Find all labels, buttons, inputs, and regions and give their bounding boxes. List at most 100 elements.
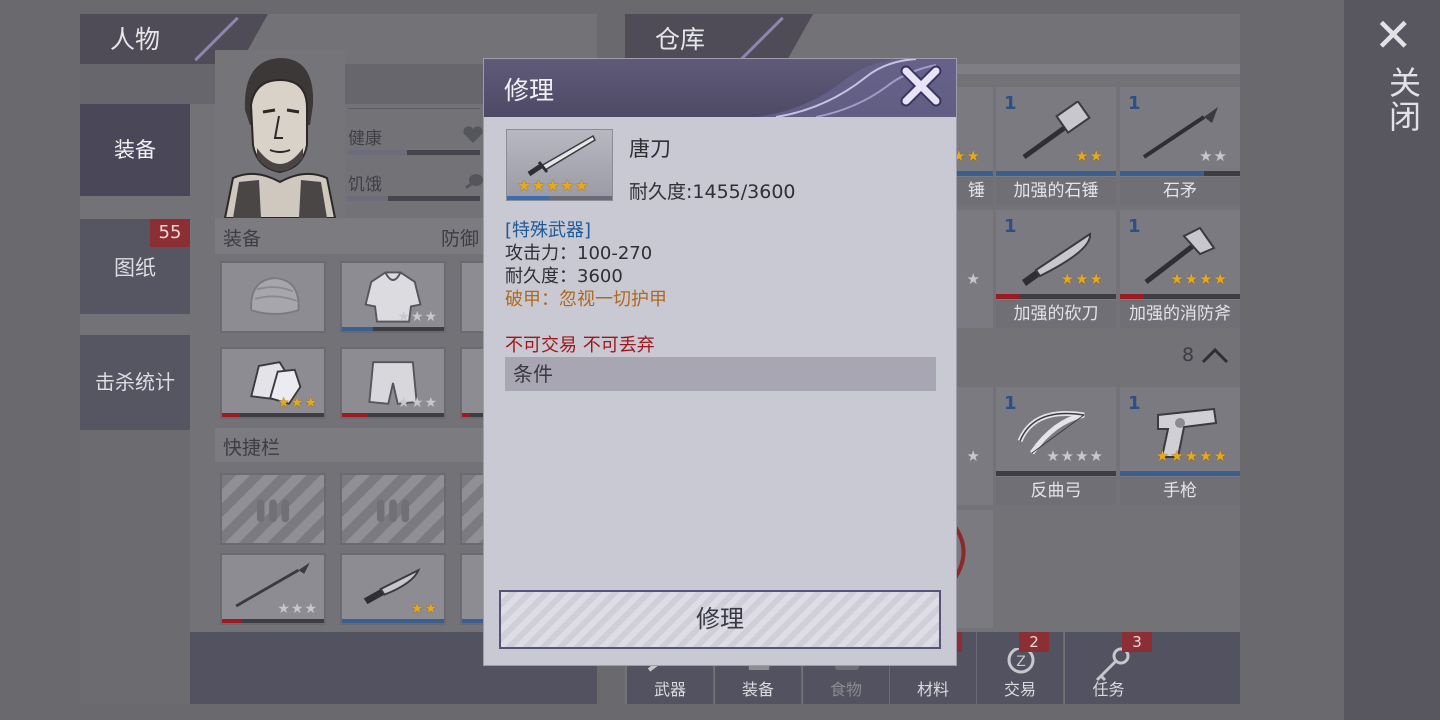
tab-quests[interactable]: 3 任务 (1065, 632, 1240, 704)
item-name: 加强的砍刀 (996, 300, 1116, 328)
durability-fill (222, 413, 241, 417)
hunger-bar (348, 196, 480, 201)
durability-bar (462, 413, 483, 417)
durability-fill (507, 196, 550, 200)
quests-count-badge: 3 (1122, 632, 1152, 652)
tab-kill-stats[interactable]: 击杀统计 (80, 335, 190, 430)
tab-equipment[interactable]: 装备 (80, 104, 190, 196)
star-rating: ★★★ (277, 395, 318, 411)
durability-bar (996, 294, 1116, 299)
durability-bar (1120, 294, 1240, 299)
durability-bar (342, 619, 444, 623)
dialog-header: 修理 (484, 59, 956, 117)
durability-bar (222, 619, 324, 623)
star-rating: ★★★★★ (517, 176, 589, 195)
tab-equipment-storage-label: 装备 (741, 680, 774, 699)
item-restriction: 不可交易 不可丢弃 (505, 335, 655, 356)
star-rating: ★★★ (397, 309, 438, 325)
tab-trade-label: 交易 (1003, 680, 1036, 699)
durability-fill (1120, 294, 1144, 299)
equipment-slot-partial[interactable] (460, 347, 485, 419)
star-rating: ★ (966, 270, 981, 288)
durability-bar (1120, 171, 1240, 176)
item-name: 加强的消防斧 (1120, 300, 1240, 328)
chevron-up-icon[interactable] (1200, 344, 1230, 366)
drumstick-icon (462, 172, 484, 192)
star-rating: ★ (966, 447, 981, 465)
storage-item-recurve-bow[interactable]: 1 ★★★★ 反曲弓 (996, 387, 1116, 505)
hunger-label: 饥饿 (348, 175, 382, 195)
item-name: 石矛 (1120, 177, 1240, 205)
cap-icon (250, 277, 300, 315)
item-durability-text: 耐久度:1455/3600 (629, 181, 796, 203)
equipment-section-label: 装备 (223, 228, 262, 250)
ammo-icon (376, 499, 410, 523)
storage-item-reinforced-stone-hammer[interactable]: 1 ★★ 加强的石锤 (996, 87, 1116, 205)
equipment-slot-head[interactable] (220, 261, 326, 333)
quick-slot-1[interactable] (220, 473, 326, 545)
star-rating: ★★★ (277, 601, 318, 617)
tab-food-label: 食物 (829, 680, 862, 699)
svg-text:Z: Z (1016, 654, 1026, 670)
health-label: 健康 (348, 129, 382, 149)
storage-item-reinforced-machete[interactable]: 1 ★★★ 加强的砍刀 (996, 210, 1116, 328)
character-portrait (215, 50, 345, 218)
star-rating: ★★★★ (1046, 447, 1104, 465)
star-rating: ★★ (1199, 147, 1228, 165)
durability-bar (222, 413, 324, 417)
heart-icon (462, 126, 484, 144)
trade-count-badge: 2 (1019, 632, 1049, 652)
item-name: 唐刀 (629, 137, 671, 161)
tab-weapons-label: 武器 (653, 680, 686, 699)
close-icon (900, 65, 942, 107)
durability-fill (1120, 171, 1204, 176)
star-rating: ★★ (1075, 147, 1104, 165)
hunger-bar-fill (348, 196, 388, 201)
quickbar-label: 快捷栏 (223, 437, 281, 459)
quick-slot-4[interactable]: ★★ (340, 553, 446, 625)
tab-trade[interactable]: Z 2 交易 (977, 632, 1064, 704)
durability-fill (342, 327, 373, 331)
durability-fill (342, 413, 368, 417)
divider (348, 108, 480, 109)
item-name: 反曲弓 (996, 477, 1116, 505)
storage-item-stone-spear[interactable]: 1 ★★ 石矛 (1120, 87, 1240, 205)
quick-slot-2[interactable] (340, 473, 446, 545)
ammo-icon (256, 499, 290, 523)
dialog-title: 修理 (504, 76, 555, 105)
tab-blueprints[interactable]: 图纸 55 (80, 219, 190, 314)
storage-item-reinforced-fire-axe[interactable]: 1 ★★★★ 加强的消防斧 (1120, 210, 1240, 328)
dialog-close-button[interactable] (898, 63, 944, 109)
equipment-slot-legs[interactable]: ★★★ (340, 347, 446, 419)
health-bar-fill (348, 150, 408, 155)
equipment-slot-body[interactable]: ★★★ (340, 261, 446, 333)
tab-equipment-label: 装备 (114, 138, 156, 162)
quick-slot-3[interactable]: ★★★ (220, 553, 326, 625)
item-thumbnail: ★★★★★ (506, 129, 613, 201)
equipment-slot-partial[interactable] (460, 261, 485, 333)
blueprints-count-badge: 55 (150, 219, 190, 247)
star-rating: ★★★★ (1170, 270, 1228, 288)
item-effect: 破甲：忽视一切护甲 (505, 289, 667, 310)
sidebar-filler (80, 430, 190, 704)
health-bar (348, 150, 480, 155)
close-icon[interactable]: ✕ (1374, 12, 1413, 58)
storage-section-count: 8 (1182, 344, 1195, 366)
quick-slot-partial[interactable] (460, 473, 485, 545)
close-column[interactable]: ✕ 关闭 (1344, 0, 1440, 720)
durability-fill (342, 619, 444, 623)
star-rating: ★★★ (397, 395, 438, 411)
tab-kill-stats-label: 击杀统计 (95, 370, 175, 394)
equipment-slot-hands[interactable]: ★★★ (220, 347, 326, 419)
durability-bar (1120, 471, 1240, 476)
storage-item-pistol[interactable]: 1 ★★★★★ 手枪 (1120, 387, 1240, 505)
item-name: 手枪 (1120, 477, 1240, 505)
durability-fill (996, 294, 1020, 299)
quick-slot-partial[interactable] (460, 553, 485, 625)
repair-dialog: 修理 ★★★★★ 唐刀 耐久度:1455/3600 [特殊武器] 攻击力：100… (483, 58, 957, 666)
close-label[interactable]: 关闭 (1380, 66, 1426, 134)
durability-bar (342, 413, 444, 417)
durability-bar (462, 619, 483, 623)
repair-button[interactable]: 修理 (499, 590, 941, 649)
durability-fill (1120, 471, 1240, 476)
